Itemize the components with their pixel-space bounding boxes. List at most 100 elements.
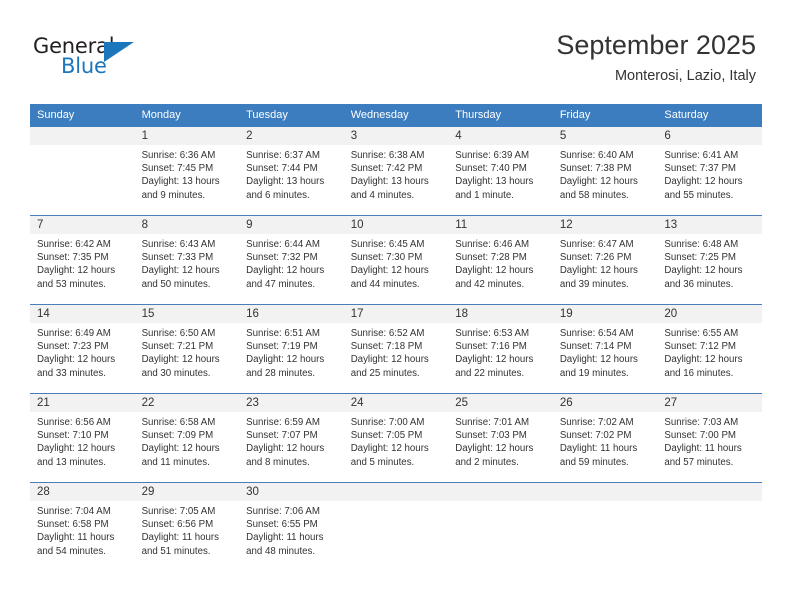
sunset-text: Sunset: 7:12 PM: [664, 341, 736, 353]
daylight-text: Daylight: 11 hours and 51 minutes.: [141, 532, 219, 557]
day-sun-info: Sunrise: 6:56 AM Sunset: 7:10 PM Daylight:…: [30, 412, 135, 469]
sunset-text: Sunset: 7:45 PM: [141, 163, 214, 175]
daylight-text: Daylight: 12 hours and 50 minutes.: [141, 265, 220, 290]
calendar-cell: 5 Sunrise: 6:40 AM Sunset: 7:38 PM Daylight…: [552, 127, 658, 216]
day-cell[interactable]: 23 Sunrise: 6:59 AM Sunset: 7:07 PM Dayligh…: [239, 394, 344, 482]
calendar-cell: 23 Sunrise: 6:59 AM Sunset: 7:07 PM Dayligh…: [239, 393, 344, 483]
day-cell[interactable]: 14 Sunrise: 6:49 AM Sunset: 7:23 PM Dayligh…: [30, 305, 135, 393]
calendar-body: 1 Sunrise: 6:36 AM Sunset: 7:45 PM Daylight…: [30, 127, 762, 571]
day-sun-info: Sunrise: 7:02 AM Sunset: 7:02 PM Daylight:…: [553, 412, 658, 469]
sunrise-text: Sunrise: 7:06 AM: [246, 506, 320, 517]
calendar-cell: [30, 127, 135, 216]
calendar-cell: 1 Sunrise: 6:36 AM Sunset: 7:45 PM Daylight…: [134, 127, 240, 216]
daylight-text: Daylight: 11 hours and 54 minutes.: [37, 532, 115, 557]
day-cell[interactable]: 10 Sunrise: 6:45 AM Sunset: 7:30 PM Dayligh…: [343, 216, 449, 304]
calendar-cell: 17 Sunrise: 6:52 AM Sunset: 7:18 PM Dayligh…: [343, 304, 449, 394]
calendar-week-row: 28 Sunrise: 7:04 AM Sunset: 6:58 PM Dayligh…: [30, 482, 762, 571]
day-number: 14: [30, 305, 135, 323]
day-cell[interactable]: 30 Sunrise: 7:06 AM Sunset: 6:55 PM Dayligh…: [239, 483, 344, 571]
sunrise-text: Sunrise: 6:38 AM: [350, 150, 425, 161]
day-number: 10: [343, 216, 449, 234]
day-number: [30, 127, 135, 145]
calendar-cell: [657, 482, 762, 571]
day-sun-info: Sunrise: 6:52 AM Sunset: 7:18 PM Daylight:…: [344, 323, 449, 380]
day-cell-empty: [552, 483, 658, 571]
calendar-page: General Blue September 2025 Monterosi, L…: [0, 0, 792, 612]
day-cell[interactable]: 9 Sunrise: 6:44 AM Sunset: 7:32 PM Daylight…: [239, 216, 344, 304]
day-cell[interactable]: 21 Sunrise: 6:56 AM Sunset: 7:10 PM Dayligh…: [30, 394, 135, 482]
calendar-week-row: 7 Sunrise: 6:42 AM Sunset: 7:35 PM Daylight…: [30, 215, 762, 305]
sunrise-text: Sunrise: 7:01 AM: [455, 417, 530, 428]
day-cell[interactable]: 25 Sunrise: 7:01 AM Sunset: 7:03 PM Dayligh…: [448, 394, 553, 482]
day-sun-info: Sunrise: 7:03 AM Sunset: 7:00 PM Daylight:…: [657, 412, 762, 469]
day-cell[interactable]: 22 Sunrise: 6:58 AM Sunset: 7:09 PM Dayligh…: [134, 394, 240, 482]
sunrise-text: Sunrise: 7:02 AM: [559, 417, 634, 428]
daylight-text: Daylight: 12 hours and 22 minutes.: [455, 354, 534, 379]
sunset-text: Sunset: 7:07 PM: [246, 430, 318, 442]
day-cell[interactable]: 20 Sunrise: 6:55 AM Sunset: 7:12 PM Dayligh…: [657, 305, 762, 393]
sunrise-text: Sunrise: 6:46 AM: [455, 239, 530, 250]
daylight-text: Daylight: 12 hours and 28 minutes.: [246, 354, 325, 379]
calendar-cell: 2 Sunrise: 6:37 AM Sunset: 7:44 PM Daylight…: [239, 127, 344, 216]
day-cell[interactable]: 27 Sunrise: 7:03 AM Sunset: 7:00 PM Dayligh…: [657, 394, 762, 482]
logo-blue-text: Blue: [61, 54, 107, 78]
day-cell[interactable]: 4 Sunrise: 6:39 AM Sunset: 7:40 PM Daylight…: [448, 127, 553, 215]
day-number: 16: [239, 305, 344, 323]
day-number: 8: [134, 216, 240, 234]
day-cell[interactable]: 2 Sunrise: 6:37 AM Sunset: 7:44 PM Daylight…: [239, 127, 344, 215]
day-sun-info: Sunrise: 6:49 AM Sunset: 7:23 PM Daylight:…: [30, 323, 135, 380]
day-cell[interactable]: 12 Sunrise: 6:47 AM Sunset: 7:26 PM Dayligh…: [552, 216, 658, 304]
day-cell[interactable]: 13 Sunrise: 6:48 AM Sunset: 7:25 PM Dayligh…: [657, 216, 762, 304]
calendar-cell: 22 Sunrise: 6:58 AM Sunset: 7:09 PM Dayligh…: [134, 393, 240, 483]
sunrise-text: Sunrise: 6:45 AM: [350, 239, 425, 250]
sunrise-text: Sunrise: 6:55 AM: [664, 328, 739, 339]
sunset-text: Sunset: 7:09 PM: [141, 430, 214, 442]
sunrise-text: Sunrise: 6:51 AM: [246, 328, 320, 339]
day-cell[interactable]: 24 Sunrise: 7:00 AM Sunset: 7:05 PM Dayligh…: [343, 394, 449, 482]
sunrise-text: Sunrise: 6:44 AM: [246, 239, 320, 250]
day-cell[interactable]: 17 Sunrise: 6:52 AM Sunset: 7:18 PM Dayligh…: [343, 305, 449, 393]
daylight-text: Daylight: 13 hours and 4 minutes.: [350, 176, 429, 201]
day-cell[interactable]: 6 Sunrise: 6:41 AM Sunset: 7:37 PM Daylight…: [657, 127, 762, 215]
day-cell[interactable]: 26 Sunrise: 7:02 AM Sunset: 7:02 PM Dayligh…: [552, 394, 658, 482]
sunset-text: Sunset: 7:05 PM: [350, 430, 423, 442]
day-cell[interactable]: 15 Sunrise: 6:50 AM Sunset: 7:21 PM Dayligh…: [134, 305, 240, 393]
day-cell[interactable]: 3 Sunrise: 6:38 AM Sunset: 7:42 PM Daylight…: [343, 127, 449, 215]
day-sun-info: Sunrise: 6:46 AM Sunset: 7:28 PM Daylight:…: [448, 234, 553, 291]
daylight-text: Daylight: 12 hours and 55 minutes.: [664, 176, 743, 201]
day-number: 6: [657, 127, 762, 145]
day-cell[interactable]: 16 Sunrise: 6:51 AM Sunset: 7:19 PM Dayligh…: [239, 305, 344, 393]
day-sun-info: Sunrise: 6:48 AM Sunset: 7:25 PM Daylight:…: [657, 234, 762, 291]
day-cell[interactable]: 11 Sunrise: 6:46 AM Sunset: 7:28 PM Dayligh…: [448, 216, 553, 304]
sunset-text: Sunset: 7:32 PM: [246, 252, 318, 264]
sunset-text: Sunset: 7:33 PM: [141, 252, 214, 264]
day-cell[interactable]: 8 Sunrise: 6:43 AM Sunset: 7:33 PM Daylight…: [134, 216, 240, 304]
day-cell[interactable]: 5 Sunrise: 6:40 AM Sunset: 7:38 PM Daylight…: [552, 127, 658, 215]
day-sun-info: Sunrise: 6:50 AM Sunset: 7:21 PM Daylight:…: [135, 323, 240, 380]
day-number: 29: [134, 483, 240, 501]
daylight-text: Daylight: 13 hours and 6 minutes.: [246, 176, 325, 201]
day-cell[interactable]: 18 Sunrise: 6:53 AM Sunset: 7:16 PM Dayligh…: [448, 305, 553, 393]
day-cell[interactable]: 29 Sunrise: 7:05 AM Sunset: 6:56 PM Dayligh…: [134, 483, 240, 571]
weekday-header-sunday: Sunday: [30, 104, 135, 127]
day-cell[interactable]: 7 Sunrise: 6:42 AM Sunset: 7:35 PM Daylight…: [30, 216, 135, 304]
calendar-cell: 24 Sunrise: 7:00 AM Sunset: 7:05 PM Dayligh…: [343, 393, 449, 483]
day-cell[interactable]: 19 Sunrise: 6:54 AM Sunset: 7:14 PM Dayligh…: [552, 305, 658, 393]
day-cell[interactable]: 1 Sunrise: 6:36 AM Sunset: 7:45 PM Daylight…: [134, 127, 240, 215]
day-sun-info: Sunrise: 6:59 AM Sunset: 7:07 PM Daylight:…: [239, 412, 344, 469]
daylight-text: Daylight: 12 hours and 58 minutes.: [559, 176, 638, 201]
sunset-text: Sunset: 7:35 PM: [37, 252, 109, 264]
calendar-cell: 3 Sunrise: 6:38 AM Sunset: 7:42 PM Daylight…: [343, 127, 449, 216]
day-number: 26: [552, 394, 658, 412]
daylight-text: Daylight: 12 hours and 30 minutes.: [141, 354, 220, 379]
daylight-text: Daylight: 11 hours and 57 minutes.: [664, 443, 742, 468]
calendar-cell: 9 Sunrise: 6:44 AM Sunset: 7:32 PM Daylight…: [239, 215, 344, 305]
calendar-cell: [343, 482, 449, 571]
page-title: September 2025: [556, 30, 756, 60]
daylight-text: Daylight: 12 hours and 19 minutes.: [559, 354, 638, 379]
daylight-text: Daylight: 12 hours and 44 minutes.: [350, 265, 429, 290]
day-cell-empty: [30, 127, 135, 215]
day-cell[interactable]: 28 Sunrise: 7:04 AM Sunset: 6:58 PM Dayligh…: [30, 483, 135, 571]
calendar-cell: 26 Sunrise: 7:02 AM Sunset: 7:02 PM Dayligh…: [552, 393, 658, 483]
weekday-header-tuesday: Tuesday: [239, 104, 344, 127]
